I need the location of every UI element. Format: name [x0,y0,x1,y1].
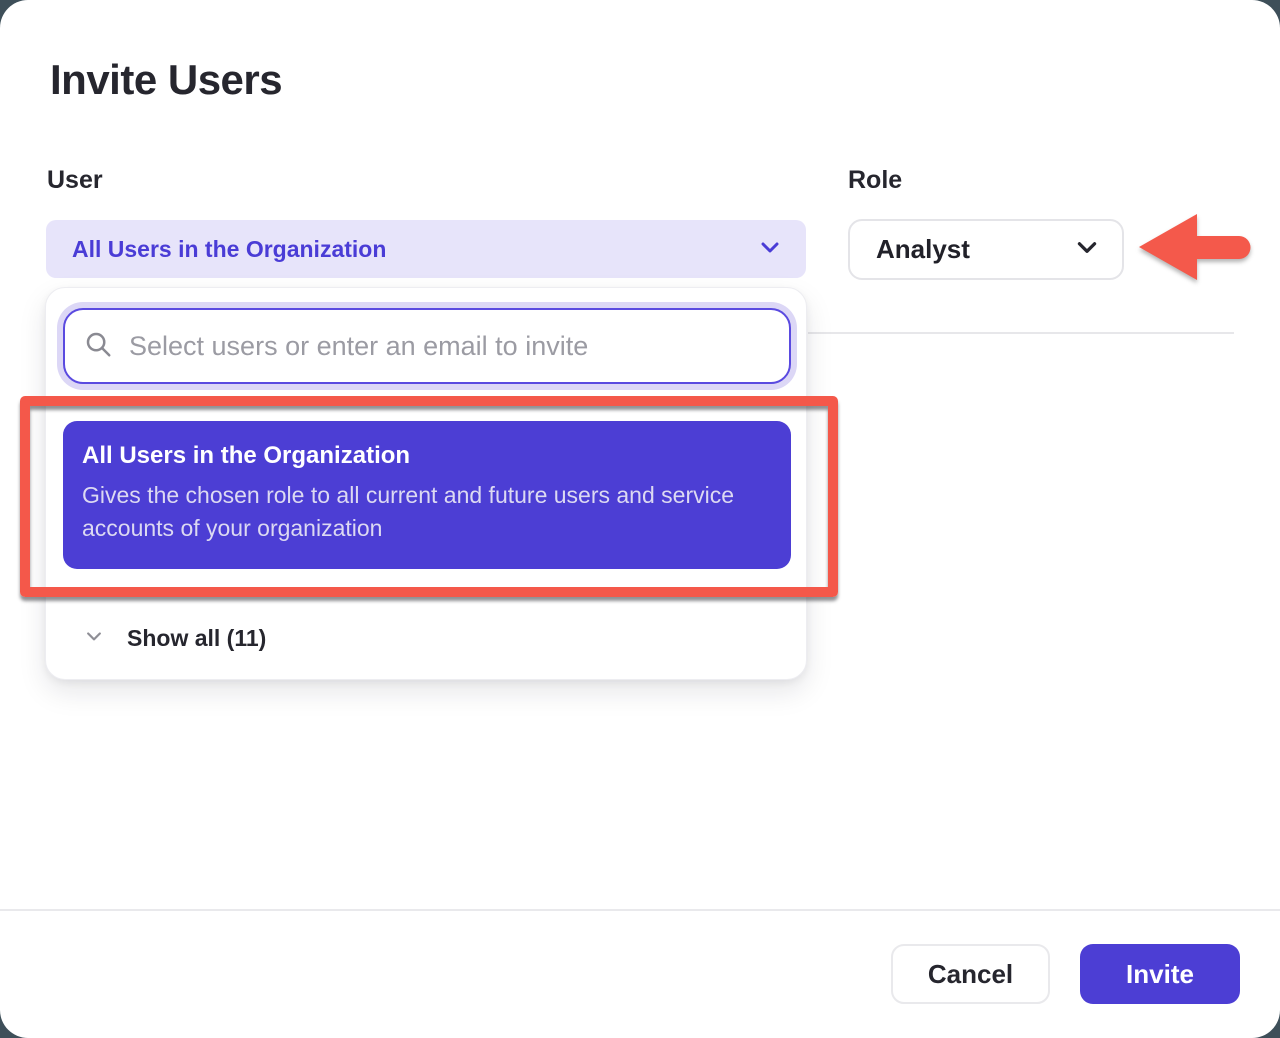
section-divider [808,332,1234,334]
role-selected-value: Analyst [876,234,1074,265]
search-input[interactable] [129,331,769,362]
cancel-button[interactable]: Cancel [891,944,1050,1004]
option-title: All Users in the Organization [82,442,767,470]
chevron-down-icon [84,626,127,651]
user-search-field[interactable] [63,308,791,384]
user-select-trigger[interactable]: All Users in the Organization [46,220,806,278]
chevron-down-icon [1074,234,1100,265]
user-field-label: User [47,166,103,195]
invite-users-dialog: Invite Users User Role All Users in the … [0,0,1280,1038]
role-select[interactable]: Analyst [848,219,1124,280]
role-field-label: Role [848,166,902,195]
search-icon [83,329,129,364]
user-dropdown-panel: All Users in the Organization Gives the … [45,287,807,680]
footer-divider [0,909,1280,911]
show-all-label: Show all (11) [127,625,266,652]
user-selected-value: All Users in the Organization [72,236,758,263]
invite-button[interactable]: Invite [1080,944,1240,1004]
chevron-down-icon [758,235,782,264]
option-description: Gives the chosen role to all current and… [82,479,767,545]
dropdown-option-all-users[interactable]: All Users in the Organization Gives the … [63,421,791,569]
show-all-toggle[interactable]: Show all (11) [46,614,806,662]
annotation-arrow-icon [1136,206,1254,295]
page-title: Invite Users [50,56,282,104]
